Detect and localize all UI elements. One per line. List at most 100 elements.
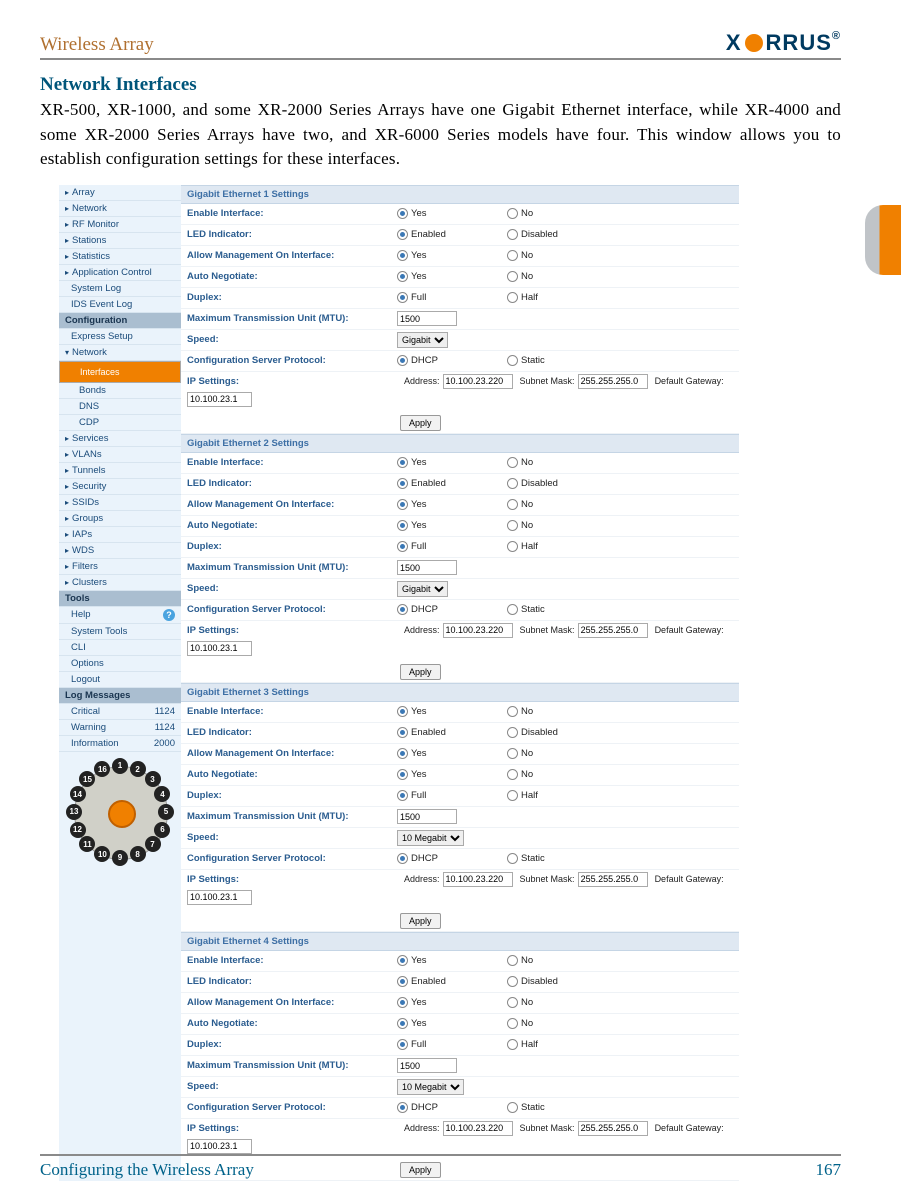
led-0-radio-2[interactable] [507, 229, 518, 240]
sidebar-item-express-setup[interactable]: Express Setup [59, 329, 181, 345]
mgmt-3-opt2[interactable]: No [507, 997, 533, 1008]
enable-0-opt1[interactable]: Yes [397, 208, 487, 219]
auto-2-opt1[interactable]: Yes [397, 769, 487, 780]
auto-2-radio-2[interactable] [507, 769, 518, 780]
sidebar-subitem-interfaces[interactable]: Interfaces [59, 361, 181, 383]
apply-button-2[interactable]: Apply [400, 913, 441, 929]
proto-0-radio-1[interactable] [397, 355, 408, 366]
mgmt-0-radio-2[interactable] [507, 250, 518, 261]
led-3-radio-1[interactable] [397, 976, 408, 987]
led-1-radio-2[interactable] [507, 478, 518, 489]
gw-input-0[interactable] [187, 392, 252, 407]
sidebar-item-groups[interactable]: ▸Groups [59, 511, 181, 527]
sidebar-item-wds[interactable]: ▸WDS [59, 543, 181, 559]
mask-input-3[interactable] [578, 1121, 648, 1136]
enable-3-opt2[interactable]: No [507, 955, 533, 966]
sidebar-item-iaps[interactable]: ▸IAPs [59, 527, 181, 543]
duplex-2-opt2[interactable]: Half [507, 790, 538, 801]
duplex-3-radio-2[interactable] [507, 1039, 518, 1050]
proto-3-radio-2[interactable] [507, 1102, 518, 1113]
mgmt-0-radio-1[interactable] [397, 250, 408, 261]
proto-0-opt2[interactable]: Static [507, 355, 545, 366]
auto-0-radio-2[interactable] [507, 271, 518, 282]
led-1-opt1[interactable]: Enabled [397, 478, 487, 489]
mgmt-2-opt2[interactable]: No [507, 748, 533, 759]
sidebar-item-ssids[interactable]: ▸SSIDs [59, 495, 181, 511]
gw-input-2[interactable] [187, 890, 252, 905]
proto-2-opt1[interactable]: DHCP [397, 853, 487, 864]
addr-input-2[interactable] [443, 872, 513, 887]
speed-select-3[interactable]: 10 Megabit [397, 1079, 464, 1095]
addr-input-0[interactable] [443, 374, 513, 389]
log-warning[interactable]: Warning1124 [59, 720, 181, 736]
auto-3-opt2[interactable]: No [507, 1018, 533, 1029]
mtu-input-2[interactable] [397, 809, 457, 824]
auto-3-radio-2[interactable] [507, 1018, 518, 1029]
duplex-0-opt1[interactable]: Full [397, 292, 487, 303]
sidebar-item-stations[interactable]: ▸Stations [59, 233, 181, 249]
mgmt-1-opt2[interactable]: No [507, 499, 533, 510]
proto-3-opt1[interactable]: DHCP [397, 1102, 487, 1113]
enable-0-radio-1[interactable] [397, 208, 408, 219]
led-3-radio-2[interactable] [507, 976, 518, 987]
proto-3-radio-1[interactable] [397, 1102, 408, 1113]
log-critical[interactable]: Critical1124 [59, 704, 181, 720]
led-2-opt2[interactable]: Disabled [507, 727, 558, 738]
duplex-1-opt2[interactable]: Half [507, 541, 538, 552]
auto-0-opt1[interactable]: Yes [397, 271, 487, 282]
sidebar-item-ids-event-log[interactable]: IDS Event Log [59, 297, 181, 313]
addr-input-3[interactable] [443, 1121, 513, 1136]
led-2-radio-1[interactable] [397, 727, 408, 738]
auto-0-opt2[interactable]: No [507, 271, 533, 282]
auto-2-radio-1[interactable] [397, 769, 408, 780]
enable-0-radio-2[interactable] [507, 208, 518, 219]
auto-1-radio-1[interactable] [397, 520, 408, 531]
mgmt-3-radio-2[interactable] [507, 997, 518, 1008]
enable-3-opt1[interactable]: Yes [397, 955, 487, 966]
led-2-radio-2[interactable] [507, 727, 518, 738]
addr-input-1[interactable] [443, 623, 513, 638]
proto-2-radio-1[interactable] [397, 853, 408, 864]
mgmt-3-opt1[interactable]: Yes [397, 997, 487, 1008]
speed-select-1[interactable]: Gigabit [397, 581, 448, 597]
proto-1-radio-1[interactable] [397, 604, 408, 615]
mgmt-3-radio-1[interactable] [397, 997, 408, 1008]
apply-button-1[interactable]: Apply [400, 664, 441, 680]
sidebar-tool-logout[interactable]: Logout [59, 672, 181, 688]
proto-1-opt1[interactable]: DHCP [397, 604, 487, 615]
led-1-radio-1[interactable] [397, 478, 408, 489]
auto-3-radio-1[interactable] [397, 1018, 408, 1029]
mgmt-2-radio-1[interactable] [397, 748, 408, 759]
sidebar-subitem-cdp[interactable]: CDP [59, 415, 181, 431]
mask-input-1[interactable] [578, 623, 648, 638]
duplex-0-opt2[interactable]: Half [507, 292, 538, 303]
led-2-opt1[interactable]: Enabled [397, 727, 487, 738]
led-3-opt1[interactable]: Enabled [397, 976, 487, 987]
duplex-3-radio-1[interactable] [397, 1039, 408, 1050]
mtu-input-0[interactable] [397, 311, 457, 326]
enable-0-opt2[interactable]: No [507, 208, 533, 219]
duplex-3-opt2[interactable]: Half [507, 1039, 538, 1050]
gw-input-1[interactable] [187, 641, 252, 656]
duplex-1-opt1[interactable]: Full [397, 541, 487, 552]
duplex-2-radio-1[interactable] [397, 790, 408, 801]
sidebar-item-network[interactable]: ▸Network [59, 201, 181, 217]
sidebar-item-system-log[interactable]: System Log [59, 281, 181, 297]
mtu-input-1[interactable] [397, 560, 457, 575]
enable-2-radio-2[interactable] [507, 706, 518, 717]
auto-1-radio-2[interactable] [507, 520, 518, 531]
sidebar-tool-help[interactable]: Help? [59, 607, 181, 624]
led-0-opt2[interactable]: Disabled [507, 229, 558, 240]
sidebar-item-filters[interactable]: ▸Filters [59, 559, 181, 575]
enable-2-opt2[interactable]: No [507, 706, 533, 717]
mgmt-0-opt2[interactable]: No [507, 250, 533, 261]
mgmt-1-opt1[interactable]: Yes [397, 499, 487, 510]
speed-select-0[interactable]: Gigabit [397, 332, 448, 348]
apply-button-0[interactable]: Apply [400, 415, 441, 431]
mask-input-0[interactable] [578, 374, 648, 389]
auto-2-opt2[interactable]: No [507, 769, 533, 780]
sidebar-tool-system-tools[interactable]: System Tools [59, 624, 181, 640]
led-0-opt1[interactable]: Enabled [397, 229, 487, 240]
mtu-input-3[interactable] [397, 1058, 457, 1073]
mgmt-1-radio-1[interactable] [397, 499, 408, 510]
